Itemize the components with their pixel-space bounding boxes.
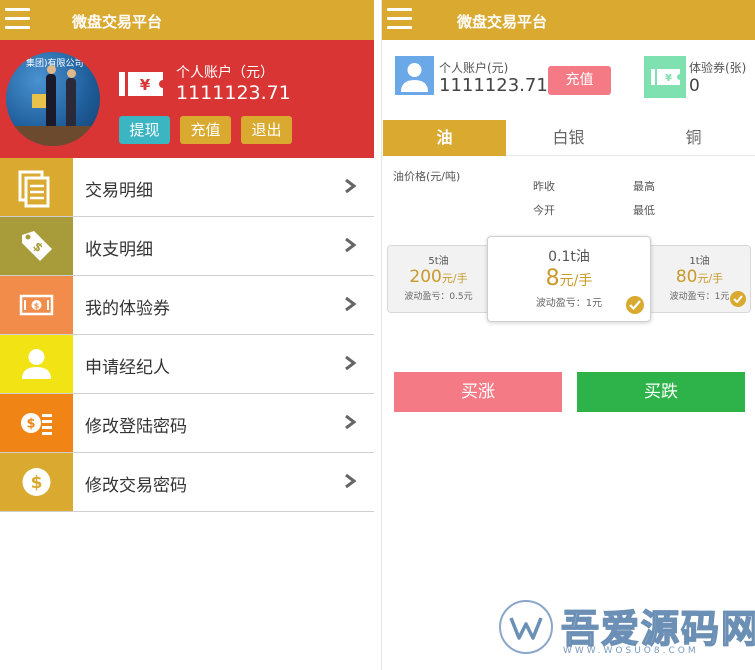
contract-price: 8元/手	[545, 266, 593, 291]
avatar[interactable]: 集团)有限公司	[6, 52, 100, 146]
svg-text:$: $	[34, 302, 40, 311]
chevron-right-icon	[345, 178, 357, 194]
account-menu: 交易明细 $ 收支明细 $ 我的体验券 申请经纪人 $ 修改登陆密码 $ 修改交…	[0, 158, 374, 512]
svg-text:¥: ¥	[665, 73, 672, 84]
hamburger-menu-icon[interactable]	[5, 8, 30, 30]
price-header: 油价格(元/吨)	[393, 170, 461, 183]
deposit-button[interactable]: 充值	[548, 66, 611, 95]
logout-button[interactable]: 退出	[241, 116, 292, 144]
coin-stack-icon: $	[0, 394, 73, 452]
profile-header: 集团)有限公司 ¥ 个人账户（元） 1111123.71 提现 充值 退出	[0, 40, 374, 158]
contract-card-5t[interactable]: 5t油 200元/手 波动盈亏：0.5元	[387, 245, 490, 313]
watermark-logo-icon	[499, 600, 553, 654]
dollar-coin-icon: $	[0, 453, 73, 511]
document-list-icon	[0, 158, 73, 216]
contract-price: 200元/手	[409, 267, 468, 287]
chevron-right-icon	[345, 414, 357, 430]
ticket-icon: ¥	[119, 72, 163, 96]
buy-up-button[interactable]: 买涨	[394, 372, 562, 412]
tab-copper[interactable]: 铜	[631, 120, 755, 156]
menu-item-change-login-password[interactable]: $ 修改登陆密码	[0, 394, 374, 453]
menu-item-label: 修改交易密码	[85, 476, 187, 496]
watermark-text: 吾爱源码网	[560, 606, 755, 652]
menu-item-income-expense[interactable]: $ 收支明细	[0, 217, 374, 276]
contract-card-1t[interactable]: 1t油 80元/手 波动盈亏：1元	[648, 245, 751, 313]
account-balance: 1111123.71	[439, 75, 548, 96]
chevron-right-icon	[345, 296, 357, 312]
user-icon	[395, 56, 434, 95]
watermark: 吾爱源码网 WWW.WOSUO8.COM	[497, 598, 755, 660]
chevron-right-icon	[345, 237, 357, 253]
user-icon	[0, 335, 73, 393]
buy-down-button[interactable]: 买跌	[577, 372, 745, 412]
menu-item-my-vouchers[interactable]: $ 我的体验券	[0, 276, 374, 335]
voucher-count: 0	[689, 76, 700, 96]
hamburger-menu-icon[interactable]	[387, 8, 412, 30]
menu-item-label: 交易明细	[85, 181, 153, 201]
prev-close-label: 昨收	[533, 180, 555, 193]
account-label: 个人账户（元）	[176, 65, 274, 81]
menu-item-apply-broker[interactable]: 申请经纪人	[0, 335, 374, 394]
svg-text:$: $	[31, 473, 43, 493]
commodity-tabs: 油 白银 铜	[382, 120, 755, 156]
cash-voucher-icon: $	[0, 276, 73, 334]
menu-item-label: 申请经纪人	[85, 358, 170, 378]
contract-name: 0.1t油	[548, 249, 590, 265]
app-title: 微盘交易平台	[457, 13, 548, 31]
svg-text:$: $	[26, 417, 35, 432]
account-summary: 个人账户(元) 1111123.71 充值 ¥ 体验券(张) 0	[382, 40, 755, 120]
chevron-right-icon	[345, 355, 357, 371]
checkmark-icon	[730, 291, 746, 307]
menu-item-label: 收支明细	[85, 240, 153, 260]
account-menu-panel: 微盘交易平台 集团)有限公司 ¥ 个人账户（元） 1111123.71 提现 充…	[0, 0, 374, 670]
tab-silver[interactable]: 白银	[506, 120, 631, 156]
menu-item-change-trade-password[interactable]: $ 修改交易密码	[0, 453, 374, 512]
left-top-bar: 微盘交易平台	[0, 0, 374, 40]
price-tag-icon: $	[0, 217, 73, 275]
avatar-banner-text: 集团)有限公司	[26, 59, 84, 69]
app-title: 微盘交易平台	[72, 13, 163, 31]
contract-price: 80元/手	[675, 267, 724, 287]
checkmark-icon	[626, 296, 644, 314]
account-balance: 1111123.71	[176, 82, 291, 104]
contract-fluctuation: 波动盈亏：0.5元	[404, 292, 473, 302]
menu-item-label: 修改登陆密码	[85, 417, 187, 437]
low-label: 最低	[633, 204, 655, 217]
account-label: 个人账户(元)	[439, 61, 509, 75]
contract-card-0.1t-selected[interactable]: 0.1t油 8元/手 波动盈亏：1元	[487, 236, 651, 322]
contract-name: 5t油	[428, 256, 449, 267]
chevron-right-icon	[345, 473, 357, 489]
menu-item-label: 我的体验券	[85, 299, 170, 319]
withdraw-button[interactable]: 提现	[119, 116, 170, 144]
trading-panel: 微盘交易平台 个人账户(元) 1111123.71 充值 ¥ 体验券(张) 0 …	[381, 0, 755, 670]
voucher-label: 体验券(张)	[689, 61, 747, 75]
right-top-bar: 微盘交易平台	[382, 0, 755, 40]
svg-text:¥: ¥	[140, 76, 151, 94]
tab-oil[interactable]: 油	[383, 120, 506, 156]
high-label: 最高	[633, 180, 655, 193]
open-label: 今开	[533, 204, 555, 217]
deposit-button[interactable]: 充值	[180, 116, 231, 144]
contract-name: 1t油	[689, 256, 710, 267]
menu-item-trade-details[interactable]: 交易明细	[0, 158, 374, 217]
watermark-url: WWW.WOSUO8.COM	[563, 646, 699, 656]
voucher-ticket-icon: ¥	[644, 56, 686, 98]
